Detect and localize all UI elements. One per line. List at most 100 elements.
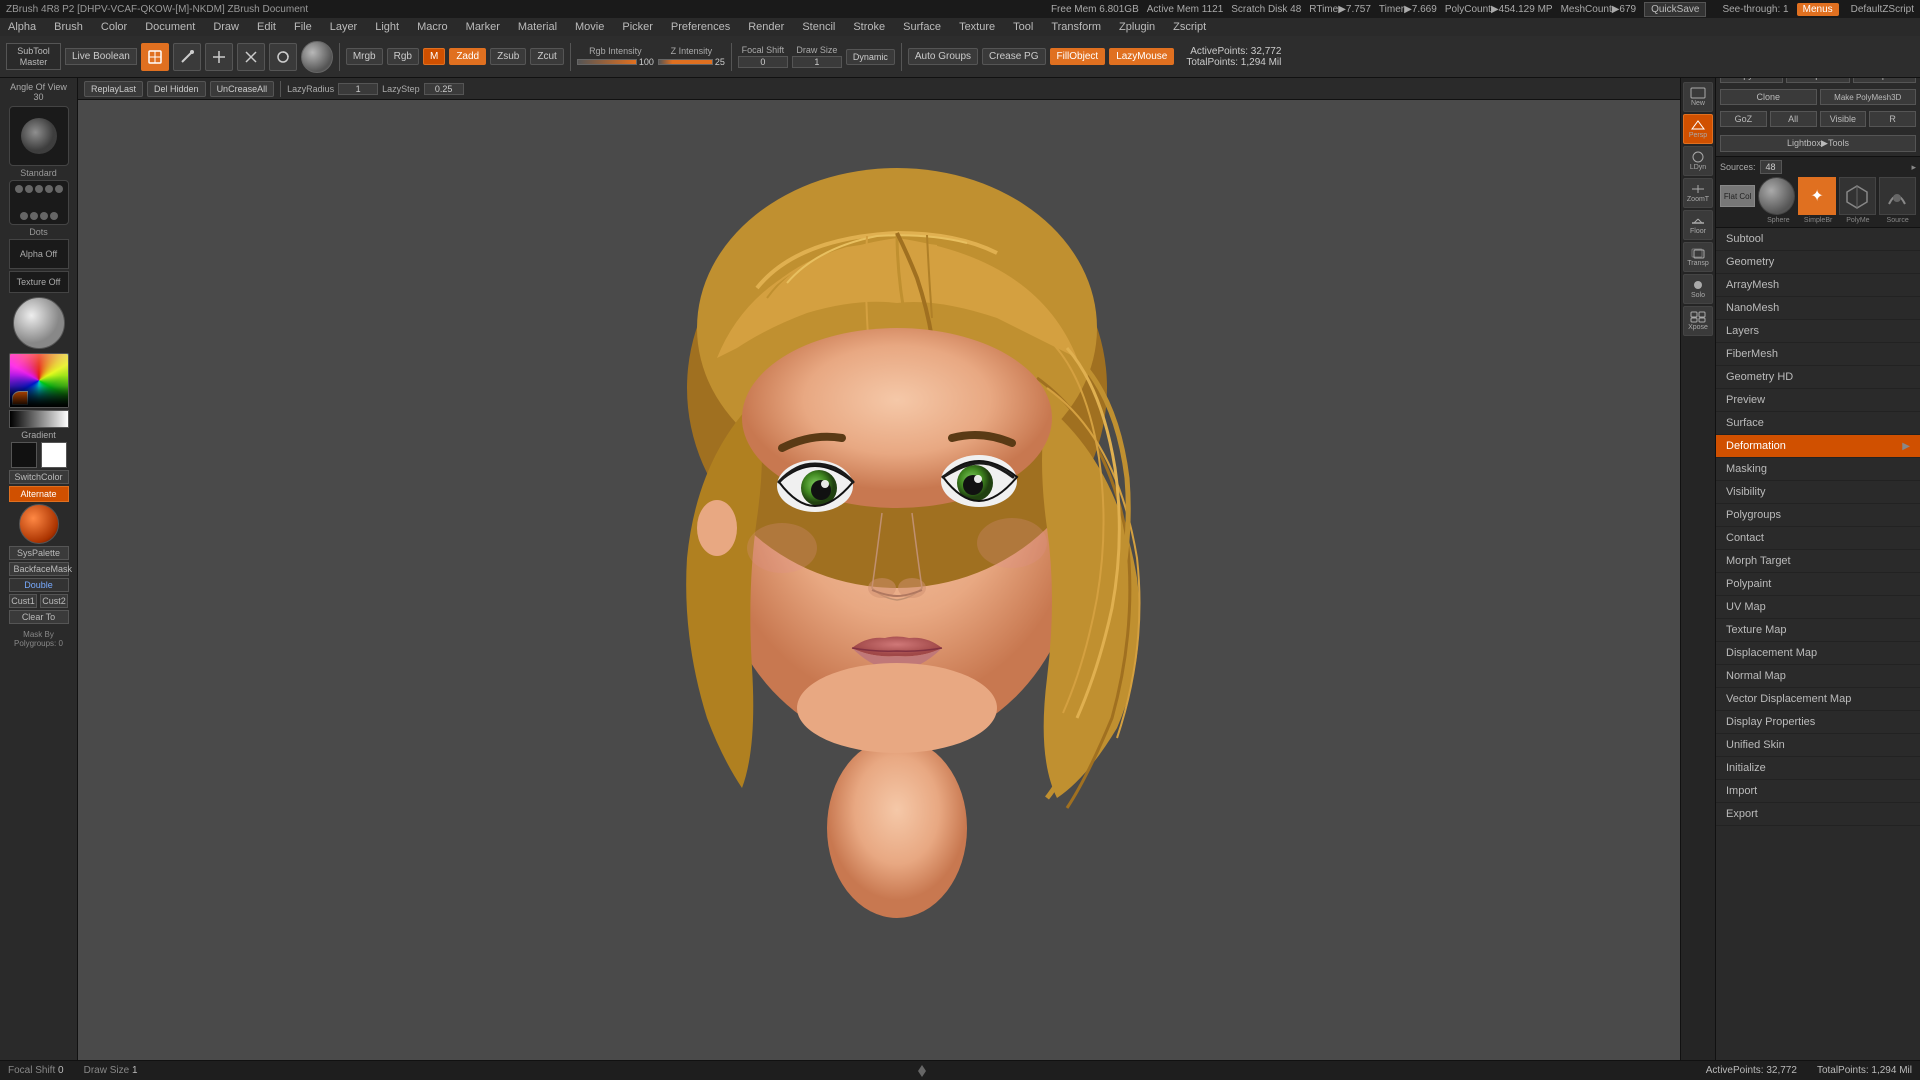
mrgb-btn[interactable]: Mrgb: [346, 48, 383, 65]
menu-draw[interactable]: Draw: [209, 21, 243, 33]
solo-btn[interactable]: Solo: [1683, 274, 1713, 304]
quicksave-btn[interactable]: QuickSave: [1644, 2, 1706, 17]
morph-target-item[interactable]: Morph Target: [1716, 550, 1920, 573]
display-properties-item[interactable]: Display Properties: [1716, 711, 1920, 734]
normal-map-item[interactable]: Normal Map: [1716, 665, 1920, 688]
zcut-btn[interactable]: Zcut: [530, 48, 563, 65]
focal-shift-input[interactable]: 0: [738, 56, 788, 68]
draw-size-input[interactable]: 1: [792, 56, 842, 68]
zsub-btn[interactable]: Zsub: [490, 48, 526, 65]
floor-btn[interactable]: Floor: [1683, 210, 1713, 240]
import-item[interactable]: Import: [1716, 780, 1920, 803]
brush-settings-sphere[interactable]: [13, 297, 65, 349]
menu-render[interactable]: Render: [744, 21, 788, 33]
auto-groups-btn[interactable]: Auto Groups: [908, 48, 978, 65]
z-intensity-slider[interactable]: [658, 59, 713, 65]
default-zscript[interactable]: DefaultZScript: [1851, 4, 1914, 15]
menu-movie[interactable]: Movie: [571, 21, 608, 33]
lazy-mouse-btn[interactable]: LazyMouse: [1109, 48, 1174, 65]
all-btn[interactable]: All: [1770, 111, 1817, 127]
menu-zscript[interactable]: Zscript: [1169, 21, 1210, 33]
layers-item[interactable]: Layers: [1716, 320, 1920, 343]
rgb-intensity-slider[interactable]: [577, 59, 637, 65]
menu-brush[interactable]: Brush: [50, 21, 87, 33]
r-btn[interactable]: R: [1869, 111, 1916, 127]
backface-mask-btn[interactable]: BackfaceMask: [9, 562, 69, 576]
lazy-step-input[interactable]: 0.25: [424, 83, 464, 95]
menu-preferences[interactable]: Preferences: [667, 21, 734, 33]
menus-btn[interactable]: Menus: [1797, 3, 1839, 16]
clone-btn[interactable]: Clone: [1720, 89, 1817, 105]
contact-item[interactable]: Contact: [1716, 527, 1920, 550]
rgb-btn[interactable]: Rgb: [387, 48, 419, 65]
simplebrush-thumb[interactable]: ✦: [1798, 177, 1835, 215]
menu-transform[interactable]: Transform: [1047, 21, 1105, 33]
goz-btn[interactable]: GoZ: [1720, 111, 1767, 127]
xpose-btn[interactable]: Xpose: [1683, 306, 1713, 336]
menu-color[interactable]: Color: [97, 21, 131, 33]
nanomesh-item[interactable]: NanoMesh: [1716, 297, 1920, 320]
flat-col-btn[interactable]: Flat Col: [1720, 185, 1755, 207]
new-btn[interactable]: New: [1683, 82, 1713, 112]
uncreaseall-btn[interactable]: UnCreaseAll: [210, 81, 275, 97]
material-preview[interactable]: [301, 41, 333, 73]
subtool-item[interactable]: Subtool: [1716, 228, 1920, 251]
lazy-radius-input[interactable]: 1: [338, 83, 378, 95]
standard-brush-icon[interactable]: [9, 106, 69, 166]
m-btn[interactable]: M: [423, 48, 445, 65]
scale-btn[interactable]: [237, 43, 265, 71]
vector-displacement-item[interactable]: Vector Displacement Map: [1716, 688, 1920, 711]
double-btn[interactable]: Double: [9, 578, 69, 592]
black-swatch[interactable]: [11, 442, 37, 468]
clear-to-btn[interactable]: Clear To: [9, 610, 69, 624]
zadd-btn[interactable]: Zadd: [449, 48, 486, 65]
edit-btn[interactable]: [141, 43, 169, 71]
white-swatch[interactable]: [41, 442, 67, 468]
unified-skin-item[interactable]: Unified Skin: [1716, 734, 1920, 757]
preview-item[interactable]: Preview: [1716, 389, 1920, 412]
texture-off-btn[interactable]: Texture Off: [9, 271, 69, 293]
menu-macro[interactable]: Macro: [413, 21, 452, 33]
menu-edit[interactable]: Edit: [253, 21, 280, 33]
menu-file[interactable]: File: [290, 21, 316, 33]
menu-marker[interactable]: Marker: [462, 21, 504, 33]
menu-light[interactable]: Light: [371, 21, 403, 33]
del-hidden-btn[interactable]: Del Hidden: [147, 81, 206, 97]
material-sphere-preview[interactable]: [19, 504, 59, 544]
persp-btn[interactable]: Persp: [1683, 114, 1713, 144]
initialize-item[interactable]: Initialize: [1716, 757, 1920, 780]
cust2-btn[interactable]: Cust2: [40, 594, 68, 608]
uv-map-item[interactable]: UV Map: [1716, 596, 1920, 619]
angle-of-view-label[interactable]: Angle Of View 30: [5, 82, 73, 102]
alpha-off-btn[interactable]: Alpha Off: [9, 239, 69, 269]
masking-item[interactable]: Masking: [1716, 458, 1920, 481]
menu-material[interactable]: Material: [514, 21, 561, 33]
sphere-thumb[interactable]: [1758, 177, 1795, 215]
dynamic-btn[interactable]: Dynamic: [846, 49, 895, 65]
surface-item[interactable]: Surface: [1716, 412, 1920, 435]
alternate-btn[interactable]: Alternate: [9, 486, 69, 502]
replay-last-btn[interactable]: ReplayLast: [84, 81, 143, 97]
dots-brush-icon[interactable]: [9, 180, 69, 225]
polygroups-item[interactable]: Polygroups: [1716, 504, 1920, 527]
ldyn-btn[interactable]: LDyn: [1683, 146, 1713, 176]
menu-texture[interactable]: Texture: [955, 21, 999, 33]
texture-map-item[interactable]: Texture Map: [1716, 619, 1920, 642]
visible-btn[interactable]: Visible: [1820, 111, 1867, 127]
live-boolean-btn[interactable]: Live Boolean: [65, 48, 137, 65]
menu-surface[interactable]: Surface: [899, 21, 945, 33]
lightbox-tools-btn[interactable]: Lightbox▶Tools: [1720, 135, 1916, 152]
fill-object-btn[interactable]: FillObject: [1050, 48, 1106, 65]
draw-btn[interactable]: [173, 43, 201, 71]
gradient-bar[interactable]: [9, 410, 69, 428]
menu-stroke[interactable]: Stroke: [849, 21, 889, 33]
rotate-btn[interactable]: [269, 43, 297, 71]
displacement-map-item[interactable]: Displacement Map: [1716, 642, 1920, 665]
crease-pg-btn[interactable]: Crease PG: [982, 48, 1045, 65]
move-btn[interactable]: [205, 43, 233, 71]
cust1-btn[interactable]: Cust1: [9, 594, 37, 608]
menu-picker[interactable]: Picker: [618, 21, 657, 33]
sourcebrush-thumb[interactable]: [1879, 177, 1916, 215]
menu-layer[interactable]: Layer: [326, 21, 362, 33]
geometry-hd-item[interactable]: Geometry HD: [1716, 366, 1920, 389]
